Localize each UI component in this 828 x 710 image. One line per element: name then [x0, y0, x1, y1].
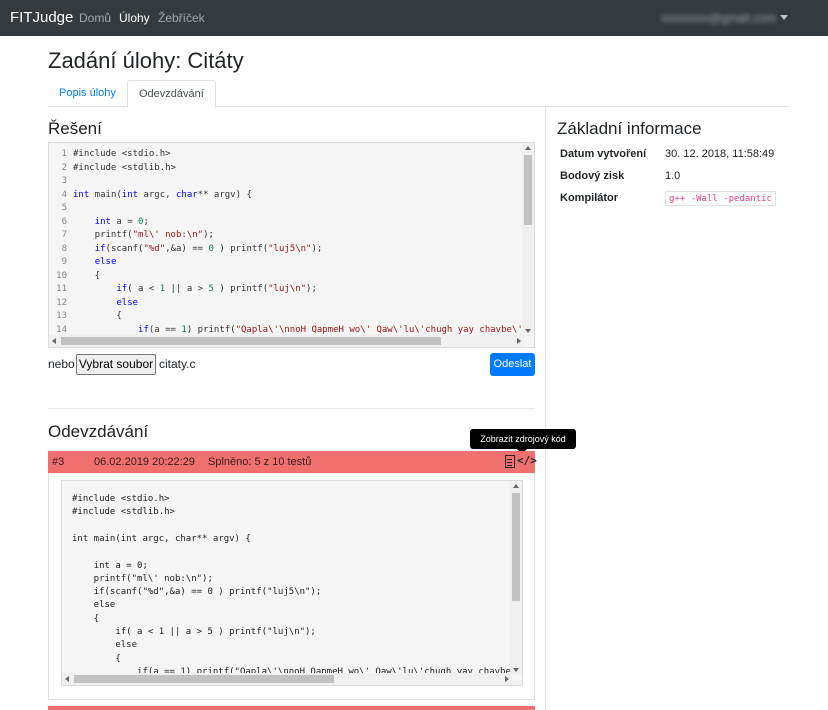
submission-row[interactable]: #3 06.02.2019 20:22:29 Splněno: 5 z 10 t…	[48, 451, 537, 473]
code-editor[interactable]: 1 #include <stdio.h> 2 #include <stdlib.h> 3…	[48, 142, 535, 348]
code-line: {	[72, 653, 121, 664]
line-number: 4	[61, 189, 67, 200]
code-line: int a = 0;	[72, 560, 148, 571]
tooltip: Zobrazit zdrojový kód	[470, 429, 576, 449]
scroll-left-icon[interactable]	[65, 676, 69, 682]
scrollbar-thumb[interactable]	[524, 155, 532, 225]
line-number: 2	[61, 162, 67, 173]
code-line: {	[72, 613, 100, 624]
line-number: 9	[61, 257, 67, 267]
document-icon[interactable]	[505, 455, 515, 468]
submissions-heading: Odevzdávání	[48, 422, 149, 441]
line-number: 11	[56, 284, 67, 294]
submission-date: 06.02.2019 20:22:29	[94, 456, 195, 468]
line-number: 3	[61, 176, 67, 186]
code-line: {	[73, 270, 101, 281]
line-number: 12	[56, 297, 67, 308]
nav-leaderboard[interactable]: Žebříček	[158, 11, 205, 25]
brand-link[interactable]: FITJudge	[10, 9, 73, 26]
file-prefix-label: nebo	[48, 357, 75, 371]
compiler-value: g++ -Wall -pedantic	[665, 191, 776, 206]
choose-file-button[interactable]: Vybrat soubor	[76, 354, 156, 375]
code-line: printf("ml\' nob:\n");	[73, 230, 214, 240]
scrollbar-thumb[interactable]	[61, 337, 441, 345]
editor-vertical-scrollbar[interactable]	[522, 143, 534, 336]
navbar: FITJudge Domů Úlohy Žebříček xxxxxxxx@gm…	[0, 0, 828, 36]
code-line: if(scanf("%d",&a) == 0 ) printf("luj5\n"…	[94, 243, 323, 254]
code-line: else	[72, 600, 116, 611]
code-line: {	[73, 311, 122, 321]
line-number: 13	[56, 311, 67, 321]
scroll-down-icon[interactable]	[525, 329, 531, 333]
scroll-up-icon[interactable]	[513, 484, 519, 488]
scroll-up-icon[interactable]	[525, 146, 531, 150]
tab-bar: Popis úlohy Odevzdávání	[48, 80, 789, 108]
scroll-right-icon[interactable]	[517, 338, 521, 344]
scroll-right-icon[interactable]	[505, 676, 509, 682]
section-divider	[48, 408, 535, 409]
page-title: Zadání úlohy: Citáty	[48, 48, 244, 73]
info-heading: Základní informace	[557, 119, 702, 138]
line-number: 1	[61, 149, 67, 159]
viewer-horizontal-scrollbar[interactable]	[62, 673, 512, 685]
info-value: 1.0	[665, 170, 681, 182]
code-line: int main(int argc, char** argv) {	[73, 189, 252, 200]
info-label: Kompilátor	[560, 192, 619, 204]
code-line: #include <stdlib.h>	[72, 507, 175, 518]
info-value: 30. 12. 2018, 11:58:49	[665, 148, 775, 160]
line-number: 5	[61, 203, 67, 213]
chevron-down-icon[interactable]	[780, 15, 788, 20]
column-divider	[545, 107, 546, 710]
code-line: if( a < 1 || a > 5 ) printf("luj\n");	[72, 627, 316, 637]
line-number: 7	[61, 230, 67, 240]
code-line: int a = 0;	[94, 216, 149, 227]
code-line: int main(int argc, char** argv) {	[72, 533, 251, 544]
scrollbar-thumb[interactable]	[74, 675, 334, 683]
line-number: 10	[56, 270, 67, 281]
nav-tasks[interactable]: Úlohy	[119, 11, 150, 25]
code-line: #include <stdlib.h>	[73, 162, 176, 173]
code-line: else	[94, 257, 117, 267]
code-icon[interactable]: </>	[517, 454, 537, 467]
submission-id: #3	[52, 456, 65, 468]
user-menu[interactable]: xxxxxxxx@gmail.com	[661, 11, 776, 25]
submission-result: Splněno: 5 z 10 testů	[208, 456, 312, 468]
code-line: #include <stdio.h>	[73, 149, 171, 159]
line-number: 8	[61, 243, 67, 254]
solution-heading: Řešení	[48, 119, 102, 138]
tab-description[interactable]: Popis úlohy	[48, 80, 127, 107]
code-line: printf("ml\' nob:\n");	[72, 573, 213, 584]
code-line: if(scanf("%d",&a) == 0 ) printf("luj5\n"…	[72, 587, 322, 598]
line-number: 6	[61, 216, 67, 227]
scroll-left-icon[interactable]	[52, 338, 56, 344]
code-line: if( a < 1 || a > 5 ) printf("luj\n");	[116, 284, 317, 294]
info-label: Datum vytvoření	[560, 148, 647, 160]
code-line: else	[116, 297, 139, 308]
scrollbar-thumb[interactable]	[512, 493, 520, 601]
submit-button[interactable]: Odeslat	[490, 353, 535, 376]
file-name: citaty.c	[159, 357, 196, 371]
viewer-vertical-scrollbar[interactable]	[510, 481, 522, 675]
tab-submission[interactable]: Odevzdávání	[127, 80, 216, 108]
code-line: else	[72, 640, 138, 651]
editor-horizontal-scrollbar[interactable]	[49, 335, 524, 347]
scroll-down-icon[interactable]	[513, 668, 519, 672]
code-line: #include <stdio.h>	[72, 494, 170, 504]
nav-home[interactable]: Domů	[79, 11, 111, 25]
info-label: Bodový zisk	[560, 170, 625, 182]
submission-row-next[interactable]	[48, 706, 535, 710]
submission-code-viewer[interactable]: #include <stdio.h> #include <stdlib.h> int…	[61, 480, 523, 686]
